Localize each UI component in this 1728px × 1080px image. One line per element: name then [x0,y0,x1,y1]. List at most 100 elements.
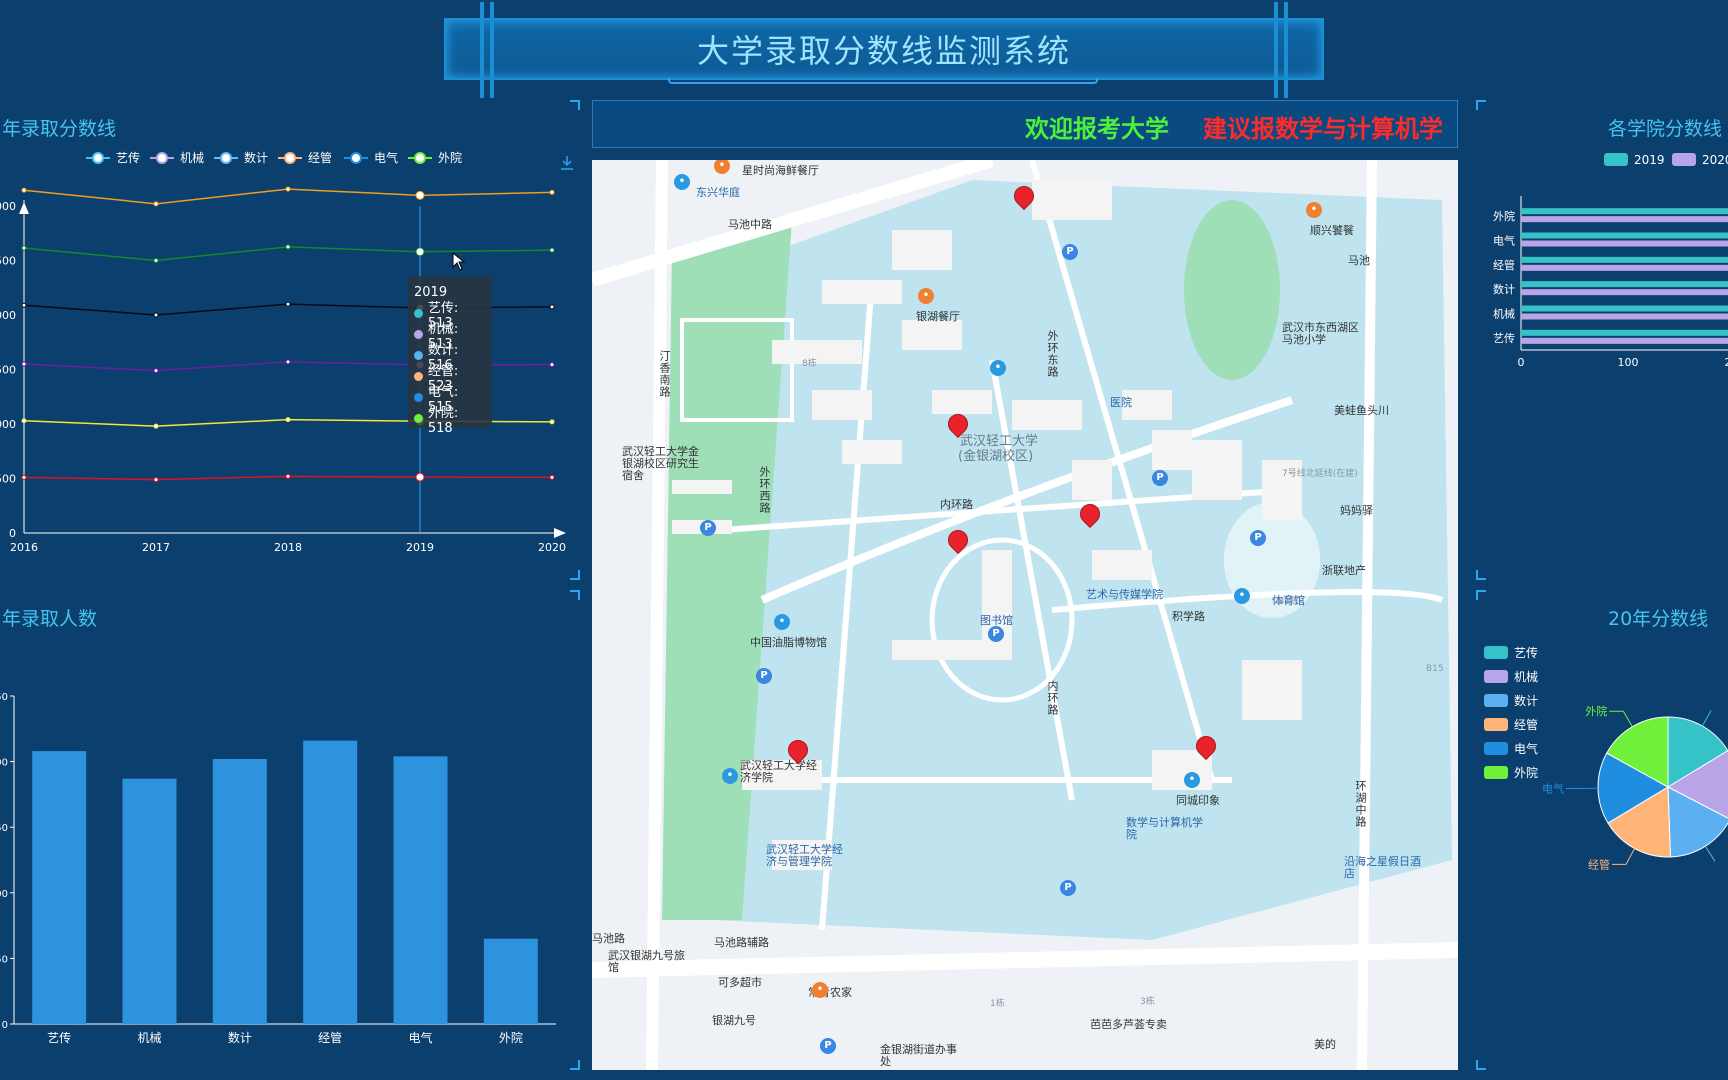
download-icon[interactable] [558,154,576,172]
legend-label: 艺传 [116,150,140,165]
slice-label-line [1704,845,1716,862]
y-tick-label: 150 [0,823,8,834]
x-tick-label: 机械 [137,1030,161,1045]
campus-map[interactable]: 星时尚海鲜餐厅 东兴华庭 马池中路 顺兴饕餮 马池 银湖餐厅 武汉市东西湖区马池小学 医院 美蛙… [592,160,1458,1070]
map-label: 环湖中路 [1354,780,1367,828]
data-point [285,473,291,479]
legend-marker [350,152,362,164]
map-label: 芭芭多芦荟专卖 [1090,1018,1167,1031]
map-label: B1栋 [1278,597,1299,607]
map-label: 顺兴饕餮 [1310,224,1354,237]
data-point [21,418,27,424]
hbar-chart[interactable]: 201920200100200300400艺传机械数计经管电气外院 [1476,100,1728,580]
data-point [153,477,159,483]
map-label: 艺术与传媒学院 [1086,588,1163,601]
y-tick-label: 1000 [0,418,16,431]
slice-label: 电气 [1542,782,1564,796]
tooltip-dot [414,393,423,402]
data-point [21,302,27,308]
map-label: 3栋 [1140,997,1155,1007]
map-label: 马池路 [592,932,625,945]
data-point [285,417,291,423]
restaurant-icon[interactable]: • [1306,202,1322,218]
bar-chart[interactable]: 0 50 100 150 200 250 艺传 机械 数计 经管 电气 外院 [0,590,580,1070]
parking-icon[interactable]: P [988,626,1004,642]
tooltip-dot [414,351,423,360]
data-point [153,423,159,429]
poi-icon[interactable]: • [722,768,738,784]
parking-icon[interactable]: P [1250,530,1266,546]
line-chart-tooltip: 2019 艺传: 513 机械: 513 数计: 516 经管: 523 电气: 515 外… [408,276,492,436]
restaurant-icon[interactable]: • [812,982,828,998]
data-point [415,190,425,200]
data-point [549,247,555,253]
map-label: 东兴华庭 [696,186,740,199]
slice-label-line [1611,848,1636,865]
atm-icon[interactable]: • [990,360,1006,376]
restaurant-icon[interactable]: • [918,288,934,304]
bar [1521,289,1728,296]
y-tick-label: 200 [0,758,8,769]
map-label: 积学路 [1172,610,1205,623]
parking-icon[interactable]: P [700,520,716,536]
legend-label: 外院 [1514,766,1538,780]
bar [1521,216,1728,223]
map-pin[interactable] [1080,504,1100,528]
parking-icon[interactable]: P [820,1038,836,1054]
y-tick-label: 数计 [1493,283,1515,296]
y-tick-label: 1500 [0,364,16,377]
slice-label: 经管 [1588,857,1610,871]
map-label: 银湖餐厅 [916,310,960,323]
legend-label: 数计 [244,150,268,165]
map-pin[interactable] [948,530,968,554]
map-label: 内环路 [1046,680,1059,716]
legend-swatch [1604,153,1628,166]
line-chart[interactable]: 艺传 机械 数计 经管 电气 外院 0 500 1000 1500 2000 2500 3000 2016… [0,100,580,580]
poi-icon[interactable]: • [674,174,690,190]
parking-icon[interactable]: P [1062,244,1078,260]
data-point [549,362,555,368]
x-tick-label: 数计 [228,1030,252,1045]
map-pin[interactable] [1014,186,1034,210]
legend-label: 数计 [1514,693,1538,708]
y-tick-label: 电气 [1493,234,1515,248]
data-point [153,201,159,207]
map-label: 金银湖街道办事处 [880,1043,957,1068]
bar [1521,240,1728,247]
bar [1521,281,1728,288]
tooltip-dot [414,330,423,339]
gym-icon[interactable]: • [1234,588,1250,604]
legend-marker [220,152,232,164]
parking-icon[interactable]: P [1152,470,1168,486]
map-pin[interactable] [1196,736,1216,760]
bar [393,756,448,1024]
map-label: 美的 [1314,1038,1336,1051]
pie-chart[interactable]: 艺传机械数计经管电气外院经管电气外院 [1476,590,1728,1070]
map-pin[interactable] [788,740,808,764]
tooltip-dot [414,372,423,381]
parking-icon[interactable]: P [1060,880,1076,896]
map-pin[interactable] [948,414,968,438]
bar [1521,329,1728,336]
data-point [549,419,555,425]
map-label: 同城印象 [1176,794,1220,807]
legend-label: 机械 [1514,669,1538,684]
legend-swatch [1484,694,1508,707]
x-tick-label: 电气 [408,1030,432,1045]
bar [122,778,177,1024]
x-tick-label: 经管 [318,1030,342,1045]
y-tick-label: 机械 [1493,307,1515,321]
y-tick-label: 50 [0,954,8,965]
map-label: B15 [1426,664,1444,674]
map-label: 中国油脂博物馆 [750,636,827,649]
data-point [549,474,555,480]
x-tick-label: 艺传 [47,1030,71,1045]
parking-icon[interactable]: P [756,668,772,684]
marquee-text-green: 欢迎报考大学 [1025,114,1169,143]
legend-label: 经管 [1514,717,1538,732]
poi-icon[interactable]: • [1184,772,1200,788]
y-tick-label: 2000 [0,309,16,322]
x-tick-label: 外院 [499,1031,523,1045]
map-label: 外环东路 [1046,330,1059,378]
poi-icon[interactable]: • [774,614,790,630]
